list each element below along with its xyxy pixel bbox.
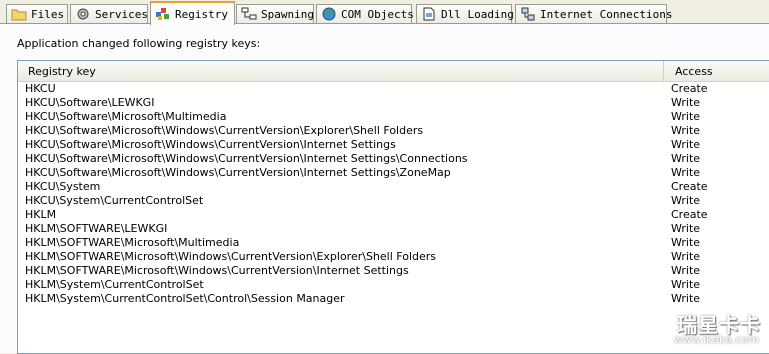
registry-key-cell: HKCU\System\CurrentControlSet bbox=[25, 194, 204, 207]
tab-spawning[interactable]: Spawning bbox=[236, 4, 314, 23]
tab-label: Dll Loading bbox=[441, 7, 514, 21]
tab-strip: Files Services Registry Spawning COM Obj… bbox=[0, 0, 769, 25]
registry-key-cell: HKLM\System\CurrentControlSet\Control\Se… bbox=[25, 292, 345, 305]
tab-label: Internet Connections bbox=[540, 7, 673, 21]
table-row[interactable]: HKCU\Software\Microsoft\Windows\CurrentV… bbox=[18, 166, 769, 180]
table-row[interactable]: HKCU\Software\Microsoft\Windows\CurrentV… bbox=[18, 124, 769, 138]
table-row[interactable]: HKCU\System Create bbox=[18, 180, 769, 194]
access-cell: Create bbox=[671, 82, 708, 95]
access-cell: Write bbox=[671, 152, 701, 165]
access-cell: Write bbox=[671, 96, 701, 109]
network-icon bbox=[520, 7, 536, 21]
access-cell: Write bbox=[671, 236, 701, 249]
registry-key-cell: HKCU\Software\Microsoft\Windows\CurrentV… bbox=[25, 124, 424, 137]
table-row[interactable]: HKLM\SOFTWARE\Microsoft\Windows\CurrentV… bbox=[18, 250, 769, 264]
registry-list[interactable]: Registry key Access HKCU Create HKCU\Softw… bbox=[17, 60, 769, 354]
table-row[interactable]: HKLM\System\CurrentControlSet Write bbox=[18, 278, 769, 292]
tab-label: Services bbox=[95, 7, 148, 21]
access-cell: Write bbox=[671, 292, 701, 305]
panel-caption: Application changed following registry k… bbox=[17, 37, 261, 50]
registry-key-cell: HKCU\Software\Microsoft\Windows\CurrentV… bbox=[25, 152, 468, 165]
tab-com-objects[interactable]: COM Objects bbox=[316, 4, 414, 23]
registry-panel: Application changed following registry k… bbox=[0, 23, 769, 354]
registry-key-cell: HKLM\SOFTWARE\Microsoft\Windows\CurrentV… bbox=[25, 264, 409, 277]
table-row[interactable]: HKCU\System\CurrentControlSet Write bbox=[18, 194, 769, 208]
dll-file-icon bbox=[421, 7, 437, 21]
access-cell: Write bbox=[671, 194, 701, 207]
column-header-registry-key[interactable]: Registry key bbox=[18, 61, 664, 81]
tab-registry[interactable]: Registry bbox=[150, 1, 235, 25]
table-row[interactable]: HKCU\Software\Microsoft\Windows\CurrentV… bbox=[18, 138, 769, 152]
access-cell: Write bbox=[671, 222, 701, 235]
table-row[interactable]: HKLM\SOFTWARE\LEWKGI Write bbox=[18, 222, 769, 236]
access-cell: Create bbox=[671, 208, 708, 221]
registry-key-cell: HKCU\Software\Microsoft\Windows\CurrentV… bbox=[25, 166, 451, 179]
registry-key-cell: HKLM\SOFTWARE\Microsoft\Multimedia bbox=[25, 236, 240, 249]
table-row[interactable]: HKCU Create bbox=[18, 82, 769, 96]
registry-key-cell: HKCU\System bbox=[25, 180, 101, 193]
tab-label: COM Objects bbox=[341, 7, 414, 21]
registry-key-cell: HKLM\System\CurrentControlSet bbox=[25, 278, 204, 291]
gear-icon bbox=[75, 7, 91, 21]
column-header-access[interactable]: Access bbox=[665, 61, 769, 81]
access-cell: Write bbox=[671, 166, 701, 179]
registry-key-cell: HKLM bbox=[25, 208, 57, 221]
tab-dll-loading[interactable]: Dll Loading bbox=[416, 4, 514, 23]
registry-key-cell: HKCU\Software\Microsoft\Windows\CurrentV… bbox=[25, 138, 396, 151]
tab-files[interactable]: Files bbox=[6, 4, 68, 23]
registry-key-cell: HKCU bbox=[25, 82, 56, 95]
access-cell: Create bbox=[671, 180, 708, 193]
table-row[interactable]: HKCU\Software\Microsoft\Windows\CurrentV… bbox=[18, 152, 769, 166]
access-cell: Write bbox=[671, 138, 701, 151]
tab-label: Files bbox=[31, 7, 65, 21]
access-cell: Write bbox=[671, 124, 701, 137]
registry-key-cell: HKLM\SOFTWARE\LEWKGI bbox=[25, 222, 168, 235]
table-row[interactable]: HKLM\System\CurrentControlSet\Control\Se… bbox=[18, 292, 769, 306]
list-header: Registry key Access bbox=[18, 61, 769, 82]
tab-internet-connections[interactable]: Internet Connections bbox=[515, 4, 672, 23]
folder-icon bbox=[11, 7, 27, 21]
table-row[interactable]: HKLM\SOFTWARE\Microsoft\Multimedia Write bbox=[18, 236, 769, 250]
table-row[interactable]: HKCU\Software\Microsoft\Multimedia Write bbox=[18, 110, 769, 124]
registry-key-cell: HKLM\SOFTWARE\Microsoft\Windows\CurrentV… bbox=[25, 250, 437, 263]
access-cell: Write bbox=[671, 110, 701, 123]
table-row[interactable]: HKLM Create bbox=[18, 208, 769, 222]
tab-label: Registry bbox=[175, 7, 228, 21]
list-rows: HKCU Create HKCU\Software\LEWKGI Write HKCU\… bbox=[18, 82, 769, 306]
globe-icon bbox=[321, 7, 337, 21]
table-row[interactable]: HKCU\Software\LEWKGI Write bbox=[18, 96, 769, 110]
access-cell: Write bbox=[671, 250, 701, 263]
tab-services[interactable]: Services bbox=[70, 4, 148, 23]
registry-key-cell: HKCU\Software\LEWKGI bbox=[25, 96, 155, 109]
tab-label: Spawning bbox=[261, 7, 314, 21]
table-row[interactable]: HKLM\SOFTWARE\Microsoft\Windows\CurrentV… bbox=[18, 264, 769, 278]
registry-key-cell: HKCU\Software\Microsoft\Multimedia bbox=[25, 110, 227, 123]
registry-icon bbox=[155, 7, 171, 21]
process-tree-icon bbox=[241, 7, 257, 21]
access-cell: Write bbox=[671, 278, 701, 291]
access-cell: Write bbox=[671, 264, 701, 277]
